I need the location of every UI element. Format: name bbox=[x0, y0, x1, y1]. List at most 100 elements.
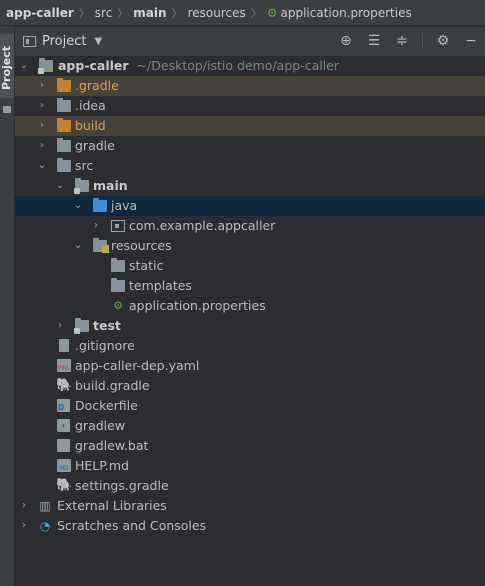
tree-label: External Libraries bbox=[57, 498, 167, 513]
breadcrumb-item-application-properties[interactable]: application.properties bbox=[280, 6, 411, 20]
tree-row[interactable]: › gradle bbox=[15, 136, 485, 156]
chevron-right-icon[interactable]: › bbox=[55, 316, 65, 336]
tree-label: .gitignore bbox=[75, 338, 135, 353]
project-tab-label: Project bbox=[0, 45, 13, 91]
chevron-right-icon[interactable]: › bbox=[37, 76, 47, 96]
libraries-icon: ▥ bbox=[39, 499, 51, 513]
chevron-down-icon[interactable]: ⌄ bbox=[37, 156, 47, 176]
breadcrumb-separator: 〉 bbox=[250, 6, 262, 20]
tree-row[interactable]: D Dockerfile bbox=[15, 396, 485, 416]
project-view-icon bbox=[23, 36, 36, 47]
tree-label: Scratches and Consoles bbox=[57, 518, 207, 533]
breadcrumb-separator: 〉 bbox=[117, 6, 129, 20]
gradle-icon: 🐘 bbox=[56, 478, 73, 493]
project-panel-header: Project ▼ ⊕ ☰ ≑ ⚙ − bbox=[15, 27, 485, 56]
root-name: app-caller bbox=[58, 58, 129, 73]
panel-title[interactable]: Project bbox=[42, 34, 86, 49]
crosshair-icon[interactable]: ⊕ bbox=[338, 33, 354, 49]
tree-label: gradle bbox=[75, 138, 115, 153]
shell-script-icon: › bbox=[57, 419, 70, 432]
folder-icon bbox=[57, 98, 71, 112]
chevron-right-icon[interactable]: › bbox=[19, 496, 29, 516]
tree-row[interactable]: › ◔ Scratches and Consoles bbox=[15, 516, 485, 536]
tree-label: templates bbox=[129, 278, 192, 293]
tree-row[interactable]: › .idea bbox=[15, 96, 485, 116]
tree-row[interactable]: ⌄ resources bbox=[15, 236, 485, 256]
tree-label: HELP.md bbox=[75, 458, 129, 473]
gradle-icon: 🐘 bbox=[56, 378, 73, 393]
folder-orange-icon bbox=[57, 118, 71, 132]
folder-icon bbox=[111, 258, 125, 272]
tree-row[interactable]: ⌄ src bbox=[15, 156, 485, 176]
gear-icon[interactable]: ⚙ bbox=[435, 33, 451, 49]
spring-properties-icon: ⚙ bbox=[113, 299, 123, 312]
chevron-down-icon[interactable]: ⌄ bbox=[73, 236, 83, 256]
breadcrumb-item-main[interactable]: main bbox=[133, 6, 166, 20]
tree-row[interactable]: 🐘 build.gradle bbox=[15, 376, 485, 396]
module-folder-icon bbox=[74, 318, 89, 334]
tree-row[interactable]: YML app-caller-dep.yaml bbox=[15, 356, 485, 376]
chevron-right-icon[interactable]: › bbox=[37, 136, 47, 156]
tree-row[interactable]: › test bbox=[15, 316, 485, 336]
tree-label: app-caller-dep.yaml bbox=[75, 358, 200, 373]
tree-row[interactable]: › .gradle bbox=[15, 76, 485, 96]
tree-label: test bbox=[93, 318, 121, 333]
panel-toolbar: ⊕ ☰ ≑ ⚙ − bbox=[338, 33, 479, 49]
tree-label: main bbox=[93, 178, 128, 193]
breadcrumb-item-app-caller[interactable]: app-caller bbox=[6, 6, 74, 20]
tree-row[interactable]: templates bbox=[15, 276, 485, 296]
chevron-down-icon[interactable]: ▼ bbox=[94, 36, 102, 47]
resources-folder-icon bbox=[93, 238, 109, 253]
module-folder-icon bbox=[38, 58, 53, 74]
tree-row[interactable]: MD HELP.md bbox=[15, 456, 485, 476]
root-path: ~/Desktop/istio demo/app-caller bbox=[136, 58, 340, 73]
tree-row[interactable]: static bbox=[15, 256, 485, 276]
package-icon bbox=[111, 220, 125, 232]
markdown-icon: MD bbox=[57, 459, 71, 472]
collapse-all-icon[interactable]: ≑ bbox=[394, 33, 410, 49]
tree-row[interactable]: .gitignore bbox=[15, 336, 485, 356]
tree-label: application.properties bbox=[129, 298, 266, 313]
tree-label: static bbox=[129, 258, 164, 273]
project-tool-window-tab[interactable]: Project bbox=[0, 34, 14, 98]
folder-icon bbox=[57, 138, 71, 152]
chevron-right-icon[interactable]: › bbox=[19, 516, 29, 536]
chevron-down-icon[interactable]: ⌄ bbox=[19, 56, 29, 76]
tool-window-strip: Project bbox=[0, 26, 15, 586]
chevron-right-icon[interactable]: › bbox=[91, 216, 101, 236]
tree-row-selected[interactable]: ⌄ java bbox=[15, 196, 485, 216]
tree-label: java bbox=[111, 198, 138, 213]
chevron-right-icon[interactable]: › bbox=[37, 96, 47, 116]
tree-row-root[interactable]: ⌄ app-caller ~/Desktop/istio demo/app-cal… bbox=[15, 56, 485, 76]
hide-icon[interactable]: − bbox=[463, 33, 479, 49]
tree-row[interactable]: › ▥ External Libraries bbox=[15, 496, 485, 516]
yaml-icon: YML bbox=[57, 359, 71, 372]
tree-label: .idea bbox=[75, 98, 106, 113]
tree-row[interactable]: gradlew.bat bbox=[15, 436, 485, 456]
folder-icon bbox=[111, 278, 125, 292]
breadcrumb-item-src[interactable]: src bbox=[95, 6, 113, 20]
chevron-down-icon[interactable]: ⌄ bbox=[73, 196, 83, 216]
source-folder-icon bbox=[93, 198, 107, 212]
chevron-right-icon[interactable]: › bbox=[37, 116, 47, 136]
file-icon bbox=[59, 339, 69, 352]
tree-label: Dockerfile bbox=[75, 398, 138, 413]
tree-row[interactable]: › build bbox=[15, 116, 485, 136]
tree-label: src bbox=[75, 158, 94, 173]
tree-row[interactable]: ⚙ application.properties bbox=[15, 296, 485, 316]
tree-label: resources bbox=[111, 238, 172, 253]
tree-label: settings.gradle bbox=[75, 478, 169, 493]
tree-row[interactable]: › com.example.appcaller bbox=[15, 216, 485, 236]
breadcrumb-item-resources[interactable]: resources bbox=[188, 6, 246, 20]
breadcrumb-separator: 〉 bbox=[171, 6, 183, 20]
tree-label: app-caller ~/Desktop/istio demo/app-calle… bbox=[58, 56, 339, 76]
structure-icon[interactable] bbox=[3, 106, 11, 113]
toolbar-divider bbox=[422, 33, 423, 49]
breadcrumb: app-caller 〉 src 〉 main 〉 resources 〉 ⚙ … bbox=[0, 0, 485, 26]
tree-row[interactable]: › gradlew bbox=[15, 416, 485, 436]
expand-all-icon[interactable]: ☰ bbox=[366, 33, 382, 49]
chevron-down-icon[interactable]: ⌄ bbox=[55, 176, 65, 196]
tree-label: build bbox=[75, 118, 106, 133]
tree-row[interactable]: 🐘 settings.gradle bbox=[15, 476, 485, 496]
tree-row[interactable]: ⌄ main bbox=[15, 176, 485, 196]
